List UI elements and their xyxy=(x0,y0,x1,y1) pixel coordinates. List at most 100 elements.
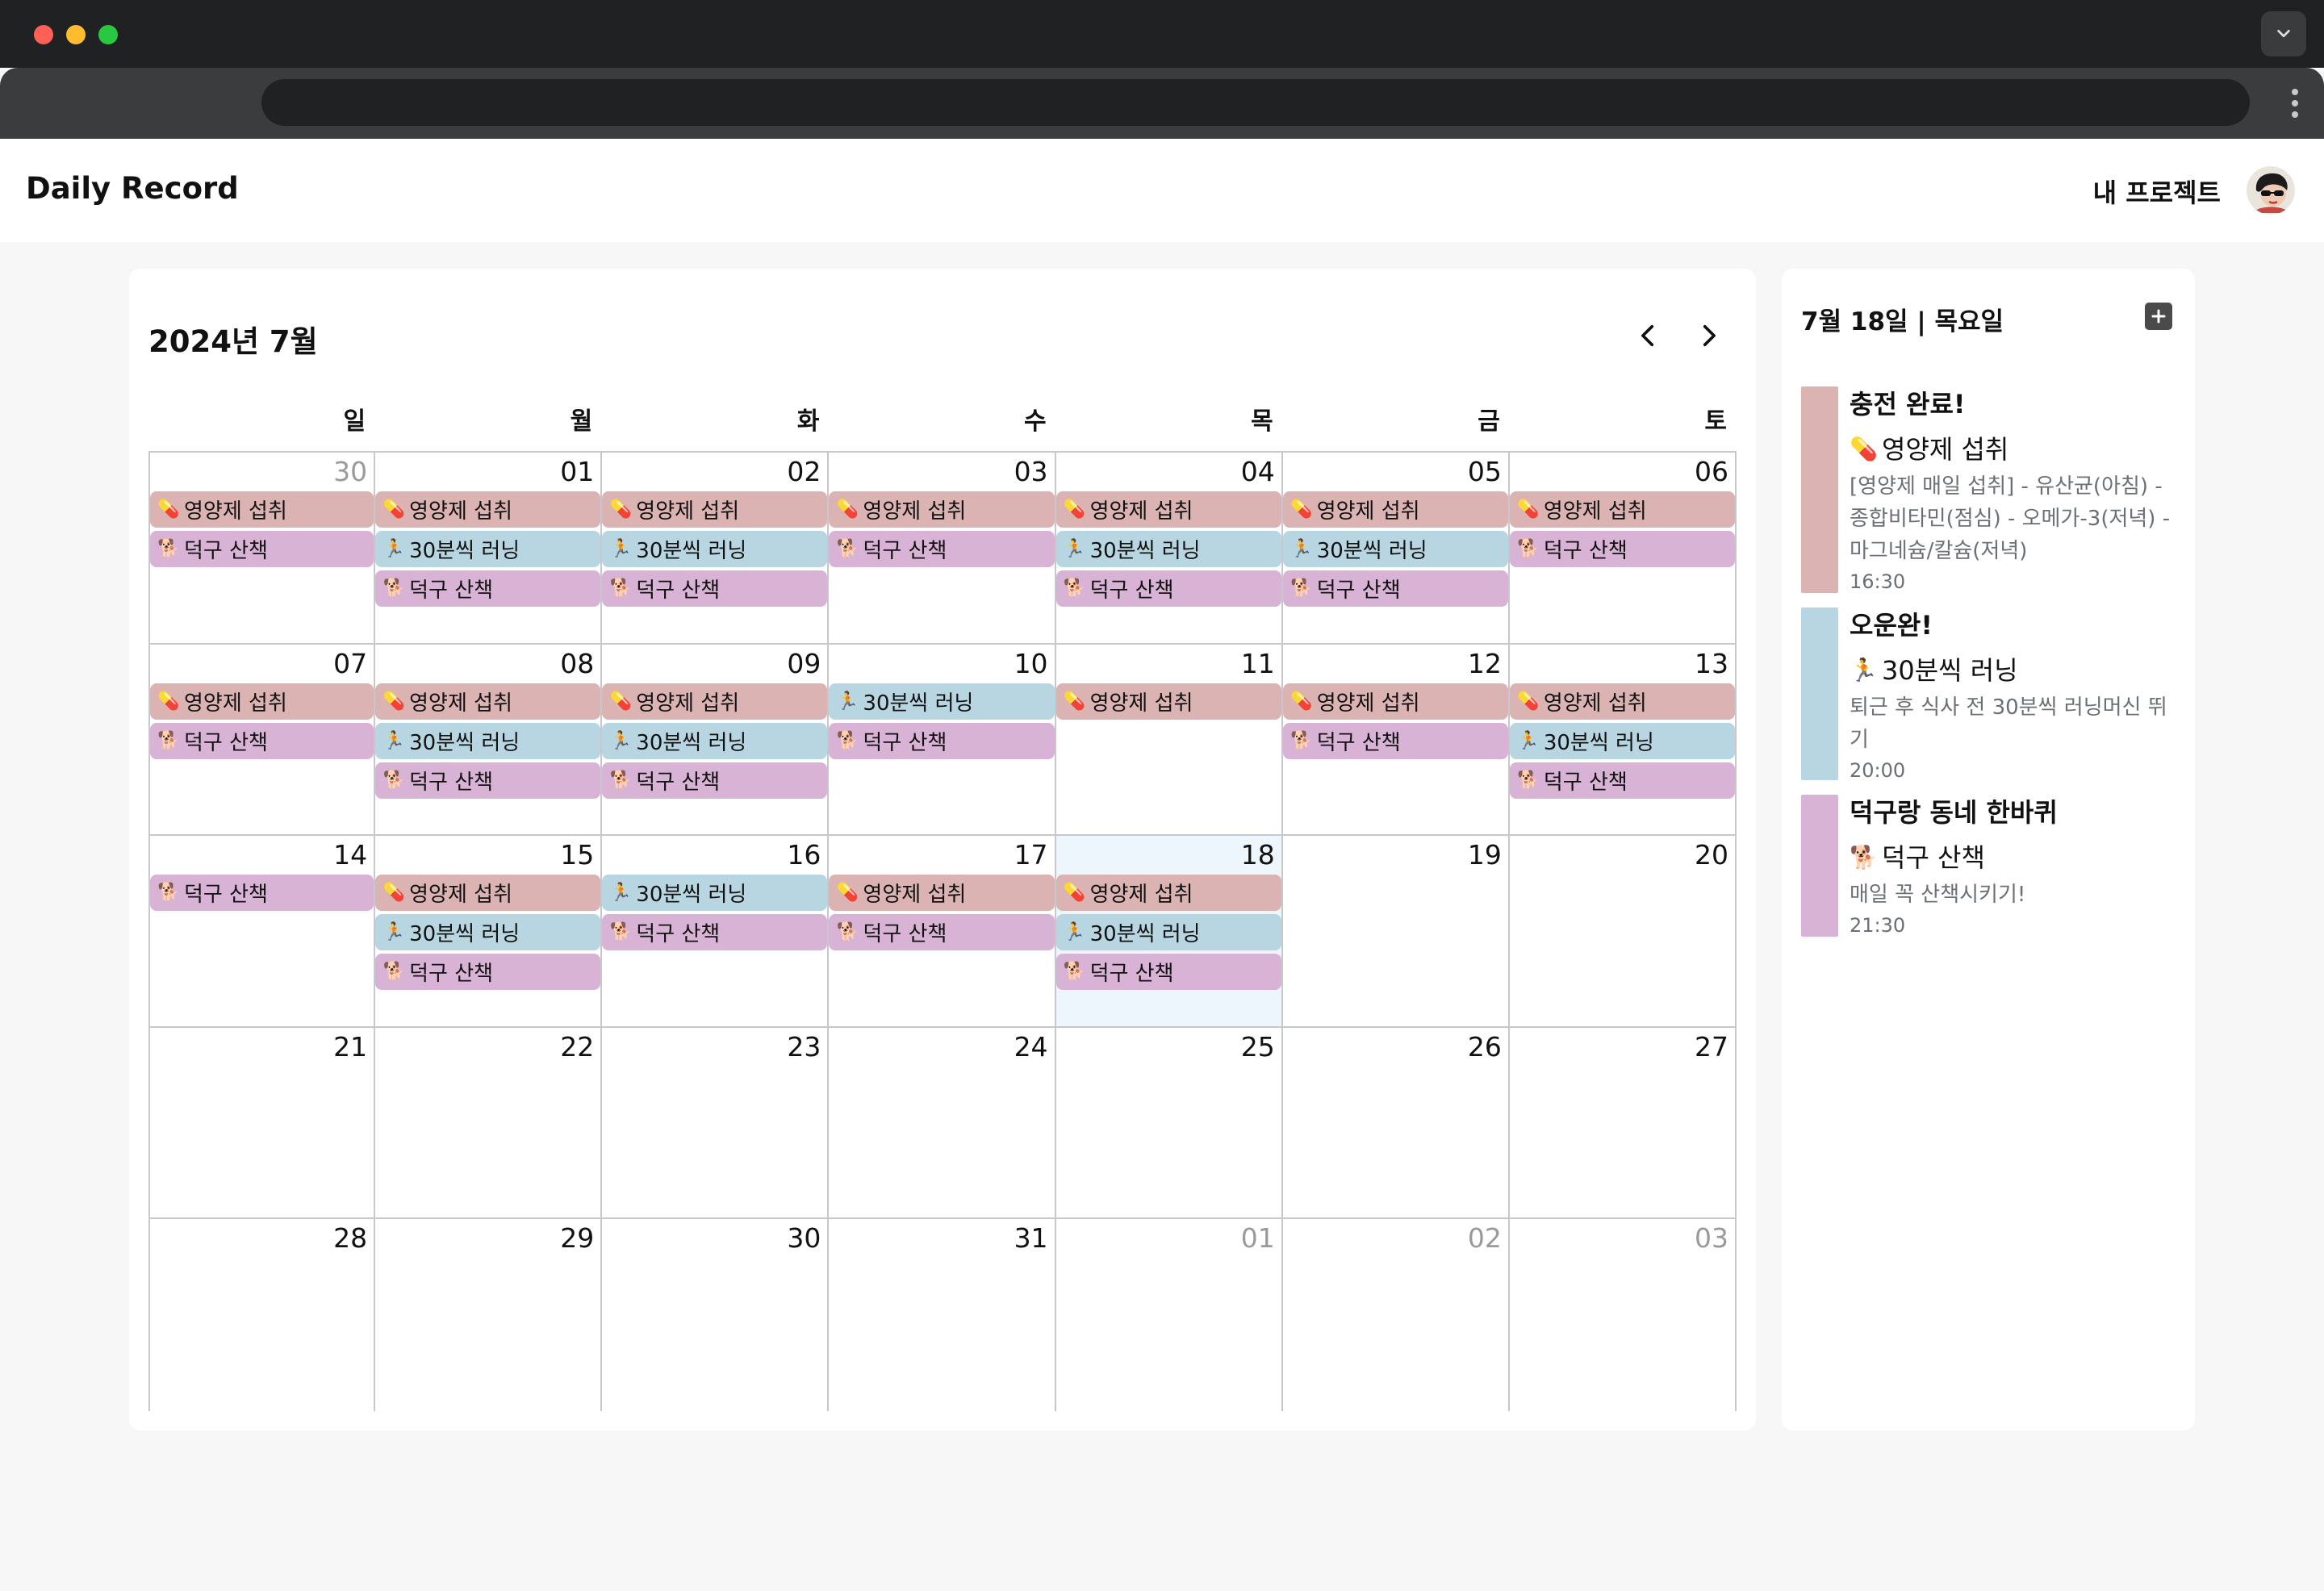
calendar-day[interactable]: 31 xyxy=(829,1219,1056,1411)
event-chip-supplement[interactable]: 💊 영양제 섭취 xyxy=(150,491,374,528)
event-chip-walk[interactable]: 🐕 덕구 산책 xyxy=(150,531,374,567)
calendar-day[interactable]: 25 xyxy=(1055,1027,1283,1220)
calendar-day-today[interactable]: 18 💊 영양제 섭취 🏃 30분씩 러닝 🐕 덕구 산책 xyxy=(1055,836,1283,1028)
event-chip-supplement[interactable]: 💊 영양제 섭취 xyxy=(375,491,601,528)
event-chip-walk[interactable]: 🐕 덕구 산책 xyxy=(1055,954,1281,991)
event-chip-running[interactable]: 🏃 30분씩 러닝 xyxy=(1282,531,1508,567)
event-chip-walk[interactable]: 🐕 덕구 산책 xyxy=(150,722,374,759)
event-chip-supplement[interactable]: 💊 영양제 섭취 xyxy=(1509,683,1735,720)
browser-menu-button[interactable] xyxy=(2284,84,2306,123)
calendar-day[interactable]: 10 🏃 30분씩 러닝 🐕 덕구 산책 xyxy=(829,644,1056,837)
calendar-day[interactable]: 01 xyxy=(1056,1219,1283,1411)
event-label: 덕구 산책 xyxy=(636,578,721,603)
close-window-button[interactable] xyxy=(34,25,53,44)
event-chip-walk[interactable]: 🐕 덕구 산책 xyxy=(602,914,828,951)
event-chip-running[interactable]: 🏃 30분씩 러닝 xyxy=(375,722,601,759)
event-chip-supplement[interactable]: 💊 영양제 섭취 xyxy=(1055,683,1281,720)
tab-list-button[interactable] xyxy=(2261,11,2306,56)
calendar-day[interactable]: 28 xyxy=(148,1219,376,1411)
event-chip-walk[interactable]: 🐕 덕구 산책 xyxy=(829,531,1055,567)
event-chip-running[interactable]: 🏃 30분씩 러닝 xyxy=(1055,531,1281,567)
event-chip-walk[interactable]: 🐕 덕구 산책 xyxy=(375,954,601,991)
event-chip-running[interactable]: 🏃 30분씩 러닝 xyxy=(1055,914,1281,951)
add-record-button[interactable] xyxy=(2145,303,2172,330)
calendar-day[interactable]: 01 💊 영양제 섭취 🏃 30분씩 러닝 🐕 덕구 산책 xyxy=(375,453,603,645)
calendar-day[interactable]: 26 xyxy=(1282,1027,1510,1220)
event-chip-walk[interactable]: 🐕 덕구 산책 xyxy=(602,762,828,799)
event-chip-walk[interactable]: 🐕 덕구 산책 xyxy=(1509,531,1735,567)
record-entry-walk[interactable]: 덕구랑 동네 한바퀴 🐕 덕구 산책 매일 꼭 산책시키기! 21:30 xyxy=(1801,795,2180,937)
calendar-day[interactable]: 02 💊 영양제 섭취 🏃 30분씩 러닝 🐕 덕구 산책 xyxy=(602,453,830,645)
event-chip-running[interactable]: 🏃 30분씩 러닝 xyxy=(829,683,1055,720)
address-bar[interactable] xyxy=(261,79,2250,126)
calendar-day[interactable]: 09 💊 영양제 섭취 🏃 30분씩 러닝 🐕 덕구 산책 xyxy=(602,644,830,837)
calendar-day[interactable]: 23 xyxy=(602,1027,830,1220)
calendar-day[interactable]: 29 xyxy=(375,1219,603,1411)
event-chip-supplement[interactable]: 💊 영양제 섭취 xyxy=(602,491,828,528)
event-chip-supplement[interactable]: 💊 영양제 섭취 xyxy=(1055,491,1281,528)
calendar-day[interactable]: 20 xyxy=(1509,836,1737,1028)
event-chip-walk[interactable]: 🐕 덕구 산책 xyxy=(829,722,1055,759)
calendar-day[interactable]: 21 xyxy=(148,1027,376,1220)
event-chip-supplement[interactable]: 💊 영양제 섭취 xyxy=(1509,491,1735,528)
selected-date: 7월 18일 | 목요일 xyxy=(1801,307,2004,336)
calendar-day[interactable]: 08 💊 영양제 섭취 🏃 30분씩 러닝 🐕 덕구 산책 xyxy=(375,644,603,837)
next-month-button[interactable] xyxy=(1688,315,1728,356)
calendar-day[interactable]: 22 xyxy=(375,1027,603,1220)
event-chip-supplement[interactable]: 💊 영양제 섭취 xyxy=(1282,683,1508,720)
event-chip-supplement[interactable]: 💊 영양제 섭취 xyxy=(829,491,1055,528)
event-chip-walk[interactable]: 🐕 덕구 산책 xyxy=(602,570,828,607)
event-chip-supplement[interactable]: 💊 영양제 섭취 xyxy=(1282,491,1508,528)
calendar-day[interactable]: 12 💊 영양제 섭취 🐕 덕구 산책 xyxy=(1282,644,1510,837)
event-chip-running[interactable]: 🏃 30분씩 러닝 xyxy=(375,914,601,951)
event-chip-walk[interactable]: 🐕 덕구 산책 xyxy=(829,914,1055,951)
plus-icon xyxy=(2151,309,2166,324)
prev-month-button[interactable] xyxy=(1628,315,1669,356)
calendar-day[interactable]: 05 💊 영양제 섭취 🏃 30분씩 러닝 🐕 덕구 산책 xyxy=(1282,453,1510,645)
record-entry-supplement[interactable]: 충전 완료! 💊 영양제 섭취 [영양제 매일 섭취] - 유산균(아침) - 종합비… xyxy=(1801,386,2180,593)
event-chip-supplement[interactable]: 💊 영양제 섭취 xyxy=(375,683,601,720)
event-chip-running[interactable]: 🏃 30분씩 러닝 xyxy=(602,875,828,912)
calendar-day[interactable]: 11 💊 영양제 섭취 xyxy=(1055,644,1283,837)
calendar-day[interactable]: 03 xyxy=(1510,1219,1737,1411)
app-title[interactable]: Daily Record xyxy=(26,171,239,206)
calendar-day[interactable]: 13 💊 영양제 섭취 🏃 30분씩 러닝 🐕 덕구 산책 xyxy=(1509,644,1737,837)
calendar-day[interactable]: 15 💊 영양제 섭취 🏃 30분씩 러닝 🐕 덕구 산책 xyxy=(375,836,603,1028)
calendar-day[interactable]: 17 💊 영양제 섭취 🐕 덕구 산책 xyxy=(829,836,1056,1028)
event-chip-walk[interactable]: 🐕 덕구 산책 xyxy=(1055,570,1281,607)
dog-icon: 🐕 xyxy=(157,883,180,904)
calendar-day[interactable]: 30 xyxy=(602,1219,830,1411)
event-chip-walk[interactable]: 🐕 덕구 산책 xyxy=(1282,570,1508,607)
event-chip-walk[interactable]: 🐕 덕구 산책 xyxy=(375,762,601,799)
event-chip-walk[interactable]: 🐕 덕구 산책 xyxy=(150,875,374,912)
event-chip-walk[interactable]: 🐕 덕구 산책 xyxy=(1282,722,1508,759)
event-chip-running[interactable]: 🏃 30분씩 러닝 xyxy=(1509,722,1735,759)
calendar-day[interactable]: 03 💊 영양제 섭취 🐕 덕구 산책 xyxy=(829,453,1056,645)
maximize-window-button[interactable] xyxy=(98,25,118,44)
calendar-day[interactable]: 14 🐕 덕구 산책 xyxy=(148,836,376,1028)
calendar-day[interactable]: 19 xyxy=(1282,836,1510,1028)
minimize-window-button[interactable] xyxy=(66,25,86,44)
calendar-day[interactable]: 06 💊 영양제 섭취 🐕 덕구 산책 xyxy=(1509,453,1737,645)
pill-icon: 💊 xyxy=(1063,499,1086,520)
event-chip-supplement[interactable]: 💊 영양제 섭취 xyxy=(602,683,828,720)
calendar-day[interactable]: 27 xyxy=(1509,1027,1737,1220)
event-chip-walk[interactable]: 🐕 덕구 산책 xyxy=(375,570,601,607)
event-chip-supplement[interactable]: 💊 영양제 섭취 xyxy=(1055,875,1281,912)
event-chip-walk[interactable]: 🐕 덕구 산책 xyxy=(1509,762,1735,799)
calendar-day[interactable]: 04 💊 영양제 섭취 🏃 30분씩 러닝 🐕 덕구 산책 xyxy=(1055,453,1283,645)
my-project-link[interactable]: 내 프로젝트 xyxy=(2093,173,2221,210)
calendar-day[interactable]: 07 💊 영양제 섭취 🐕 덕구 산책 xyxy=(148,644,376,837)
event-chip-running[interactable]: 🏃 30분씩 러닝 xyxy=(375,531,601,567)
calendar-day[interactable]: 16 🏃 30분씩 러닝 🐕 덕구 산책 xyxy=(602,836,830,1028)
event-chip-supplement[interactable]: 💊 영양제 섭취 xyxy=(375,875,601,912)
calendar-day[interactable]: 02 xyxy=(1283,1219,1510,1411)
event-chip-supplement[interactable]: 💊 영양제 섭취 xyxy=(150,683,374,720)
calendar-day[interactable]: 30 💊 영양제 섭취 🐕 덕구 산책 xyxy=(148,453,376,645)
event-chip-supplement[interactable]: 💊 영양제 섭취 xyxy=(829,875,1055,912)
user-avatar[interactable] xyxy=(2247,166,2295,215)
record-entry-running[interactable]: 오운완! 🏃 30분씩 러닝 퇴근 후 식사 전 30분씩 러닝머신 뛰기 20:00 xyxy=(1801,608,2180,782)
event-chip-running[interactable]: 🏃 30분씩 러닝 xyxy=(602,531,828,567)
event-chip-running[interactable]: 🏃 30분씩 러닝 xyxy=(602,722,828,759)
calendar-day[interactable]: 24 xyxy=(829,1027,1056,1220)
